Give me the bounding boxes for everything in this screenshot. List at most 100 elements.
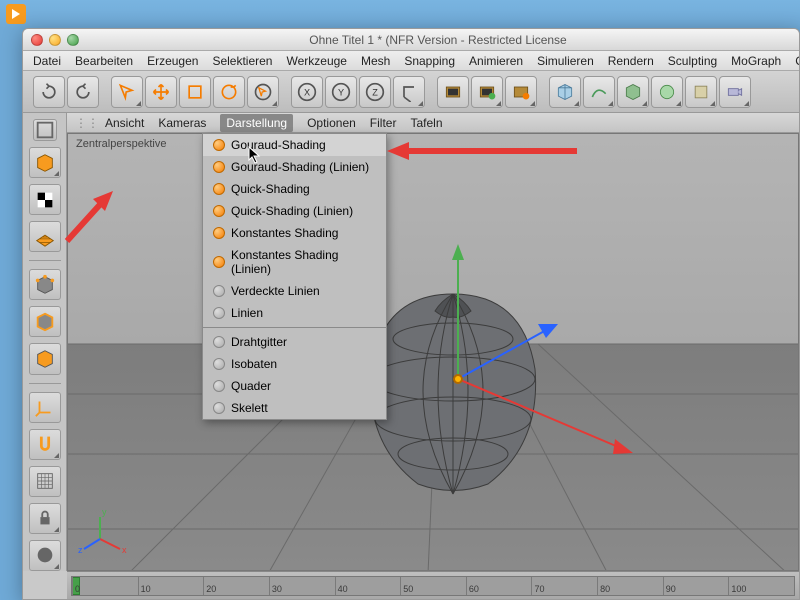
vp-menu-filter[interactable]: Filter bbox=[370, 116, 397, 130]
timeline-tick: 90 bbox=[663, 577, 729, 595]
render-button[interactable] bbox=[437, 76, 469, 108]
rail-view-icon[interactable] bbox=[33, 119, 57, 141]
render-pv-button[interactable] bbox=[471, 76, 503, 108]
menu-erzeugen[interactable]: Erzeugen bbox=[147, 54, 198, 68]
menu-rendern[interactable]: Rendern bbox=[608, 54, 654, 68]
shading-mode-icon bbox=[213, 227, 225, 239]
vp-menu-darstellung[interactable]: Darstellung bbox=[220, 114, 293, 132]
viewport-menubar: ⋮⋮ Ansicht Kameras Darstellung Optionen … bbox=[67, 113, 799, 133]
menu-animieren[interactable]: Animieren bbox=[469, 54, 523, 68]
dropdown-item[interactable]: Skelett bbox=[203, 397, 386, 419]
axis-toggle[interactable] bbox=[29, 392, 61, 423]
annotation-arrow-icon bbox=[387, 141, 577, 161]
select-tool[interactable] bbox=[111, 76, 143, 108]
shading-mode-icon bbox=[213, 183, 225, 195]
menu-datei[interactable]: Datei bbox=[33, 54, 61, 68]
menu-char[interactable]: Char bbox=[795, 54, 800, 68]
dropdown-item[interactable]: Konstantes Shading (Linien) bbox=[203, 244, 386, 280]
shading-mode-icon bbox=[213, 307, 225, 319]
rotate-tool[interactable] bbox=[213, 76, 245, 108]
mode-workplane[interactable] bbox=[29, 221, 61, 252]
timeline-tick-label: 100 bbox=[731, 584, 746, 594]
lock-toggle[interactable] bbox=[29, 503, 61, 534]
vp-menu-tafeln[interactable]: Tafeln bbox=[410, 116, 442, 130]
dropdown-item[interactable]: Isobaten bbox=[203, 353, 386, 375]
viewport-solo-toggle[interactable] bbox=[29, 540, 61, 571]
dropdown-item-label: Linien bbox=[231, 306, 263, 320]
svg-text:z: z bbox=[78, 545, 83, 555]
vp-grip-icon: ⋮⋮ bbox=[75, 116, 99, 130]
timeline-tick-label: 30 bbox=[272, 584, 282, 594]
menu-simulieren[interactable]: Simulieren bbox=[537, 54, 594, 68]
timeline-tick-label: 60 bbox=[469, 584, 479, 594]
soft-select-toggle[interactable] bbox=[29, 466, 61, 497]
main-menubar: Datei Bearbeiten Erzeugen Selektieren We… bbox=[23, 51, 799, 71]
vp-menu-ansicht[interactable]: Ansicht bbox=[105, 116, 144, 130]
vp-menu-kameras[interactable]: Kameras bbox=[158, 116, 206, 130]
spline-button[interactable] bbox=[583, 76, 615, 108]
dropdown-item[interactable]: Verdeckte Linien bbox=[203, 280, 386, 302]
cursor-icon bbox=[248, 146, 262, 164]
snap-toggle[interactable] bbox=[29, 429, 61, 460]
timeline-tick: 50 bbox=[400, 577, 466, 595]
svg-text:x: x bbox=[122, 545, 127, 555]
shading-mode-icon bbox=[213, 402, 225, 414]
menu-snapping[interactable]: Snapping bbox=[404, 54, 455, 68]
timeline-tick-label: 20 bbox=[206, 584, 216, 594]
dropdown-item-label: Quick-Shading bbox=[231, 182, 310, 196]
mode-model[interactable] bbox=[29, 147, 61, 178]
menu-mograph[interactable]: MoGraph bbox=[731, 54, 781, 68]
minimize-icon[interactable] bbox=[49, 34, 61, 46]
dropdown-item[interactable]: Drahtgitter bbox=[203, 331, 386, 353]
dropdown-item-label: Quick-Shading (Linien) bbox=[231, 204, 353, 218]
lastused-tool[interactable] bbox=[247, 76, 279, 108]
mode-polygons[interactable] bbox=[29, 343, 61, 374]
zoom-icon[interactable] bbox=[67, 34, 79, 46]
deformer-button[interactable] bbox=[651, 76, 683, 108]
timeline-track[interactable]: 0102030405060708090100 bbox=[71, 576, 795, 596]
axis-x-lock[interactable]: X bbox=[291, 76, 323, 108]
primitive-cube-button[interactable] bbox=[549, 76, 581, 108]
axis-y-lock[interactable]: Y bbox=[325, 76, 357, 108]
dropdown-item-label: Skelett bbox=[231, 401, 268, 415]
vp-menu-optionen[interactable]: Optionen bbox=[307, 116, 356, 130]
generator-button[interactable] bbox=[617, 76, 649, 108]
mode-points[interactable] bbox=[29, 269, 61, 300]
redo-button[interactable] bbox=[67, 76, 99, 108]
undo-button[interactable] bbox=[33, 76, 65, 108]
axis-z-lock[interactable]: Z bbox=[359, 76, 391, 108]
viewport[interactable]: Zentralperspektive bbox=[67, 133, 799, 571]
tutorial-play-button[interactable] bbox=[6, 4, 26, 24]
timeline-tick: 80 bbox=[597, 577, 663, 595]
menu-werkzeuge[interactable]: Werkzeuge bbox=[286, 54, 346, 68]
mode-texture[interactable] bbox=[29, 184, 61, 215]
timeline[interactable]: 0102030405060708090100 bbox=[67, 571, 799, 599]
timeline-tick: 10 bbox=[138, 577, 204, 595]
scale-tool[interactable] bbox=[179, 76, 211, 108]
menu-mesh[interactable]: Mesh bbox=[361, 54, 390, 68]
dropdown-item[interactable]: Konstantes Shading bbox=[203, 222, 386, 244]
dropdown-item[interactable]: Quader bbox=[203, 375, 386, 397]
render-settings-button[interactable] bbox=[505, 76, 537, 108]
menu-sculpting[interactable]: Sculpting bbox=[668, 54, 717, 68]
timeline-tick-label: 0 bbox=[75, 584, 80, 594]
dropdown-item[interactable]: Quick-Shading (Linien) bbox=[203, 200, 386, 222]
coord-system-button[interactable] bbox=[393, 76, 425, 108]
svg-text:X: X bbox=[304, 87, 310, 97]
dropdown-item[interactable]: Gouraud-Shading bbox=[203, 134, 386, 156]
dropdown-item[interactable]: Quick-Shading bbox=[203, 178, 386, 200]
dropdown-item[interactable]: Gouraud-Shading (Linien) bbox=[203, 156, 386, 178]
mode-edges[interactable] bbox=[29, 306, 61, 337]
shading-mode-icon bbox=[213, 139, 225, 151]
camera-button[interactable] bbox=[719, 76, 751, 108]
dropdown-item[interactable]: Linien bbox=[203, 302, 386, 324]
move-tool[interactable] bbox=[145, 76, 177, 108]
menu-bearbeiten[interactable]: Bearbeiten bbox=[75, 54, 133, 68]
shading-mode-icon bbox=[213, 380, 225, 392]
timeline-tick: 0 bbox=[72, 577, 138, 595]
scene-button[interactable] bbox=[685, 76, 717, 108]
dropdown-item-label: Gouraud-Shading bbox=[231, 138, 326, 152]
close-icon[interactable] bbox=[31, 34, 43, 46]
dropdown-item-label: Isobaten bbox=[231, 357, 277, 371]
menu-selektieren[interactable]: Selektieren bbox=[212, 54, 272, 68]
